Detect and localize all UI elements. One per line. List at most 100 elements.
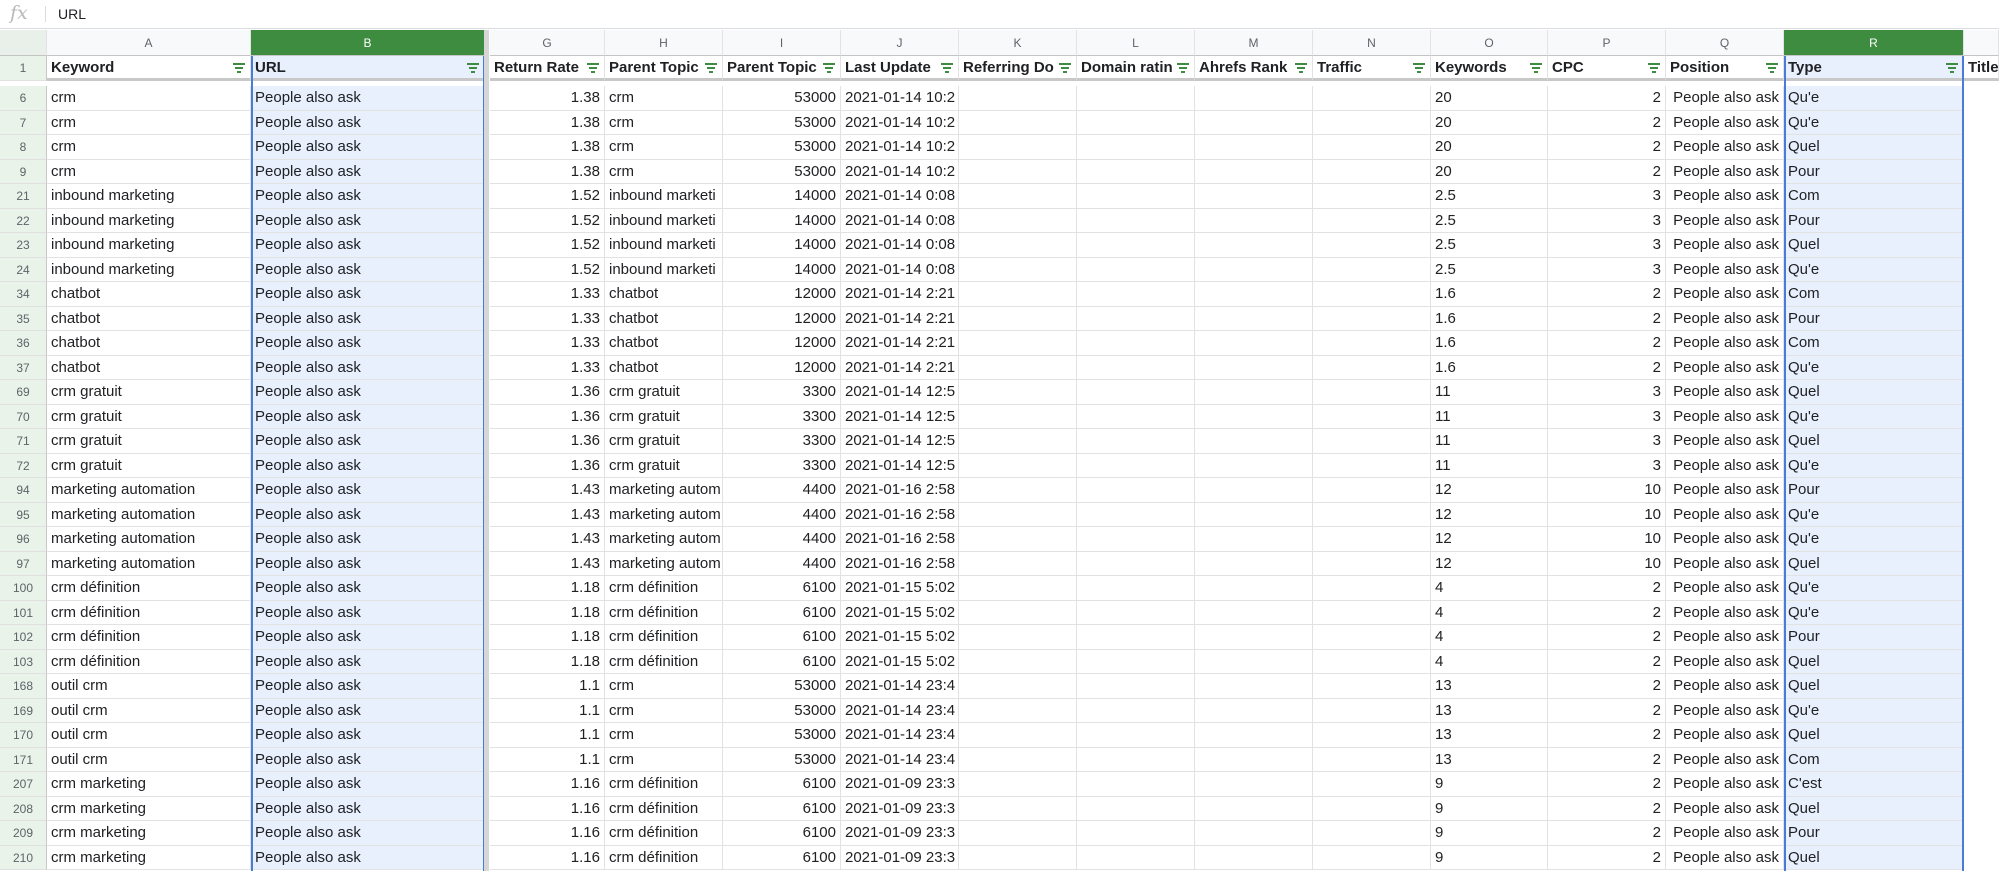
cell[interactable]: 4400 [723,551,841,576]
cell[interactable]: People also ask [1666,282,1784,307]
cell[interactable]: 1.18 [490,576,605,601]
cell[interactable]: 12000 [723,355,841,380]
cell[interactable]: Qu'e [1784,257,1964,282]
cell[interactable]: 4 [1431,600,1548,625]
cell[interactable] [1195,159,1313,184]
cell[interactable]: Quel [1784,135,1964,160]
cell[interactable]: marketing autom [605,551,723,576]
cell[interactable]: 2 [1548,576,1666,601]
cell[interactable]: crm [47,159,251,184]
row-number[interactable]: 6 [0,86,47,111]
frozen-column-divider[interactable] [484,30,489,871]
cell[interactable]: 6100 [723,649,841,674]
cell[interactable]: marketing autom [605,478,723,503]
cell[interactable]: 2021-01-14 2:21 [841,282,959,307]
cell[interactable]: 2.5 [1431,208,1548,233]
cell[interactable] [1313,184,1431,209]
cell[interactable] [1077,772,1195,797]
cell[interactable]: People also ask [1666,257,1784,282]
cell[interactable]: People also ask [1666,527,1784,552]
cell[interactable]: chatbot [605,282,723,307]
cell[interactable]: 6100 [723,600,841,625]
cell[interactable]: 1.36 [490,380,605,405]
filter-icon[interactable] [1648,63,1660,73]
cell[interactable] [1195,429,1313,454]
cell[interactable]: People also ask [251,233,485,258]
cell[interactable]: 2 [1548,821,1666,846]
cell[interactable]: 1.6 [1431,355,1548,380]
cell[interactable]: 6100 [723,796,841,821]
cell[interactable]: 2021-01-15 5:02 [841,576,959,601]
cell[interactable] [1195,723,1313,748]
cell[interactable]: crm gratuit [605,453,723,478]
cell[interactable] [1195,110,1313,135]
cell[interactable]: 1.33 [490,282,605,307]
cell[interactable] [1195,747,1313,772]
cell[interactable]: 1.18 [490,600,605,625]
cell[interactable]: crm [47,86,251,111]
cell[interactable]: Qu'e [1784,600,1964,625]
cell[interactable]: chatbot [605,331,723,356]
cell[interactable]: crm marketing [47,845,251,870]
cell[interactable]: 1.43 [490,478,605,503]
cell[interactable] [1077,208,1195,233]
cell[interactable] [959,576,1077,601]
cell[interactable]: People also ask [1666,110,1784,135]
cell[interactable]: People also ask [1666,380,1784,405]
cell[interactable]: Qu'e [1784,355,1964,380]
cell[interactable] [1195,478,1313,503]
cell[interactable]: 10 [1548,551,1666,576]
cell[interactable] [959,331,1077,356]
cell[interactable]: crm définition [605,772,723,797]
cell[interactable]: 10 [1548,478,1666,503]
cell[interactable]: 2.5 [1431,233,1548,258]
cell[interactable] [1077,282,1195,307]
cell[interactable] [1195,674,1313,699]
cell[interactable]: 14000 [723,233,841,258]
column-title[interactable]: CPC [1548,56,1666,81]
cell[interactable] [1195,135,1313,160]
cell[interactable]: Pour [1784,306,1964,331]
cell[interactable]: crm définition [605,845,723,870]
cell[interactable] [959,551,1077,576]
cell[interactable]: Pour [1784,625,1964,650]
cell[interactable]: marketing automation [47,551,251,576]
column-header-b[interactable]: B [251,30,485,56]
cell[interactable] [1195,600,1313,625]
cell[interactable] [1313,576,1431,601]
cell[interactable]: 1.16 [490,821,605,846]
filter-icon[interactable] [941,63,953,73]
cell[interactable]: Quel [1784,845,1964,870]
row-number[interactable]: 71 [0,429,47,454]
cell[interactable]: 4400 [723,502,841,527]
cell[interactable] [1195,184,1313,209]
cell[interactable]: 3 [1548,208,1666,233]
cell[interactable]: 2 [1548,772,1666,797]
cell[interactable]: 4400 [723,478,841,503]
row-number[interactable]: 1 [0,56,47,81]
formula-bar[interactable]: fx URL [0,0,1999,29]
cell[interactable] [1077,110,1195,135]
cell[interactable]: 2 [1548,600,1666,625]
cell[interactable]: 2 [1548,649,1666,674]
row-number[interactable]: 36 [0,331,47,356]
cell[interactable]: People also ask [251,527,485,552]
cell[interactable]: 10 [1548,527,1666,552]
cell[interactable]: 1.16 [490,845,605,870]
cell[interactable] [959,527,1077,552]
cell[interactable]: People also ask [1666,453,1784,478]
cell[interactable]: People also ask [251,429,485,454]
cell[interactable]: 2021-01-14 12:5 [841,404,959,429]
cell[interactable]: crm marketing [47,821,251,846]
cell[interactable]: People also ask [251,404,485,429]
cell[interactable]: People also ask [251,698,485,723]
cell[interactable]: Pour [1784,208,1964,233]
cell[interactable]: People also ask [251,453,485,478]
cell[interactable]: crm gratuit [47,453,251,478]
select-all-corner[interactable] [0,30,47,56]
cell[interactable]: 2021-01-14 23:4 [841,747,959,772]
cell[interactable]: 2 [1548,625,1666,650]
column-header-p[interactable]: P [1548,30,1666,56]
cell[interactable] [1313,86,1431,111]
cell[interactable]: crm gratuit [47,404,251,429]
